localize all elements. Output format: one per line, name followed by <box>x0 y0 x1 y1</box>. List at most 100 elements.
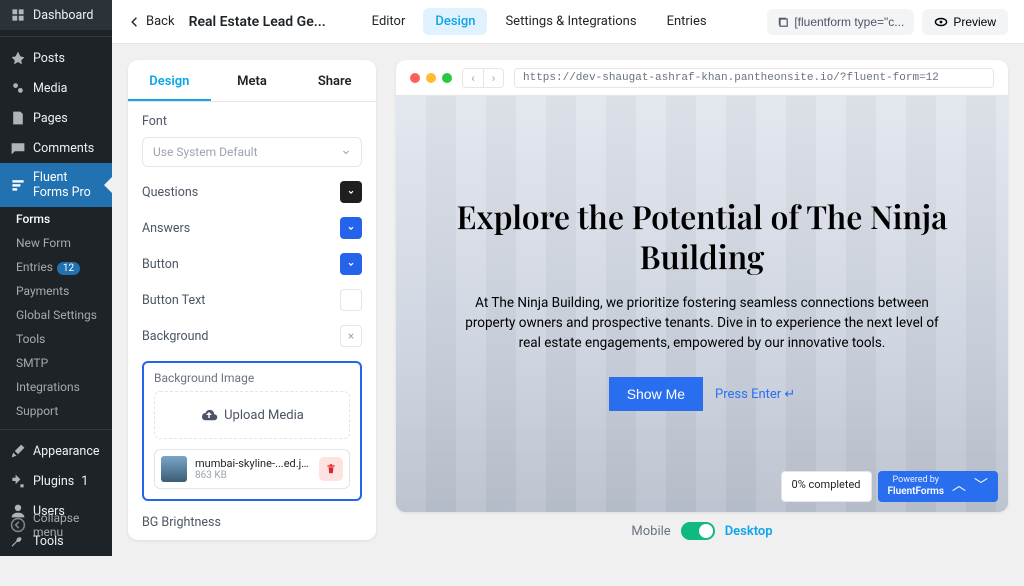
answers-label: Answers <box>142 221 190 236</box>
shortcode-text: [fluentform type="c... <box>794 15 904 29</box>
panel-tab-share[interactable]: Share <box>293 60 376 101</box>
submenu-payments[interactable]: Payments <box>0 279 112 303</box>
submenu-entries-label: Entries <box>16 260 53 274</box>
menu-settings[interactable]: Settings <box>0 556 112 586</box>
font-value: Use System Default <box>153 145 258 159</box>
pages-icon <box>10 110 26 126</box>
menu-posts[interactable]: Posts <box>0 43 112 73</box>
menu-pages-label: Pages <box>33 111 68 126</box>
show-me-button[interactable]: Show Me <box>609 377 703 411</box>
submenu-support[interactable]: Support <box>0 399 112 423</box>
submenu-global-settings[interactable]: Global Settings <box>0 303 112 327</box>
tab-design[interactable]: Design <box>423 8 487 35</box>
form-actions: Show Me Press Enter ↵ <box>609 377 796 411</box>
trash-icon <box>325 463 337 475</box>
menu-fluent-forms[interactable]: Fluent Forms Pro <box>0 163 112 207</box>
menu-fluent-forms-label: Fluent Forms Pro <box>33 170 102 200</box>
progress-text: 0% completed <box>781 471 872 502</box>
chevron-up-icon: ︿ <box>952 478 966 495</box>
background-color[interactable]: × <box>340 325 362 347</box>
url-bar[interactable]: https://dev-shaugat-ashraf-khan.pantheon… <box>514 68 994 88</box>
editor-topbar: Back Real Estate Lead Ge... Editor Desig… <box>112 0 1024 44</box>
entries-badge: 12 <box>57 262 80 275</box>
file-delete-button[interactable] <box>319 457 343 481</box>
powered-small: Powered by <box>888 475 944 486</box>
plugin-icon <box>10 473 26 489</box>
powered-brand: FluentForms <box>888 486 944 498</box>
fluent-forms-icon <box>10 177 26 193</box>
copy-icon <box>777 16 789 28</box>
nav-back[interactable]: ‹ <box>463 69 483 87</box>
browser-chrome: ‹ › https://dev-shaugat-ashraf-khan.pant… <box>396 60 1008 96</box>
collapse-menu[interactable]: Collapse menu <box>0 504 112 546</box>
shortcode-button[interactable]: [fluentform type="c... <box>767 9 914 35</box>
close-dot <box>410 73 420 83</box>
answers-color[interactable] <box>340 217 362 239</box>
menu-appearance[interactable]: Appearance <box>0 436 112 466</box>
menu-plugins-label: Plugins <box>33 474 74 489</box>
preview-frame: ‹ › https://dev-shaugat-ashraf-khan.pant… <box>396 60 1008 512</box>
bg-brightness-label: BG Brightness <box>142 515 362 530</box>
comments-icon <box>10 140 26 156</box>
viewport-switch[interactable] <box>681 522 715 540</box>
submenu-entries[interactable]: Entries 12 <box>0 255 112 279</box>
brush-icon <box>10 443 26 459</box>
submenu-forms[interactable]: Forms <box>0 207 112 231</box>
submenu-smtp[interactable]: SMTP <box>0 351 112 375</box>
file-info: mumbai-skyline-...ed.jpg 863 KB <box>195 457 311 481</box>
upload-media-label: Upload Media <box>224 408 304 423</box>
design-panel: Design Meta Share Font Use System Defaul… <box>128 60 376 540</box>
panel-tab-meta[interactable]: Meta <box>211 60 294 101</box>
upload-media-button[interactable]: Upload Media <box>154 391 350 439</box>
background-label: Background <box>142 329 208 344</box>
viewport-desktop-label[interactable]: Desktop <box>725 524 773 539</box>
button-text-color[interactable] <box>340 289 362 311</box>
file-size: 863 KB <box>195 470 311 481</box>
menu-appearance-label: Appearance <box>33 444 100 459</box>
cloud-upload-icon <box>200 406 218 424</box>
submenu-tools[interactable]: Tools <box>0 327 112 351</box>
dashboard-icon <box>10 7 26 23</box>
chevron-down-icon <box>341 147 351 157</box>
submenu-new-form[interactable]: New Form <box>0 231 112 255</box>
chevron-down-icon: ﹀ <box>974 478 988 495</box>
preview-label: Preview <box>953 15 996 29</box>
main-area: Design Meta Share Font Use System Defaul… <box>112 44 1024 556</box>
tab-editor[interactable]: Editor <box>360 8 418 35</box>
powered-by-badge[interactable]: Powered by FluentForms ︿ ﹀ <box>878 471 998 502</box>
topbar-tabs: Editor Design Settings & Integrations En… <box>360 8 719 35</box>
viewport-toggle: Mobile Desktop <box>396 512 1008 540</box>
menu-comments-label: Comments <box>33 141 94 156</box>
menu-dashboard[interactable]: Dashboard <box>0 0 112 30</box>
button-color[interactable] <box>340 253 362 275</box>
menu-pages[interactable]: Pages <box>0 103 112 133</box>
preview-button[interactable]: Preview <box>922 9 1008 35</box>
arrow-left-icon <box>128 15 142 29</box>
traffic-lights <box>410 73 452 83</box>
menu-comments[interactable]: Comments <box>0 133 112 163</box>
chevron-down-icon <box>347 260 355 268</box>
eye-icon <box>934 15 948 29</box>
form-preview-content: Explore the Potential of The Ninja Build… <box>396 96 1008 512</box>
menu-media[interactable]: Media <box>0 73 112 103</box>
tab-entries[interactable]: Entries <box>655 8 719 35</box>
submenu-integrations[interactable]: Integrations <box>0 375 112 399</box>
menu-media-label: Media <box>33 81 67 96</box>
background-image-section: Background Image Upload Media mumbai-sky… <box>142 361 362 501</box>
collapse-icon <box>10 517 26 533</box>
nav-arrows: ‹ › <box>462 68 504 88</box>
nav-forward[interactable]: › <box>483 69 503 87</box>
panel-tab-design[interactable]: Design <box>128 60 211 101</box>
maximize-dot <box>442 73 452 83</box>
panel-body: Font Use System Default Questions Answer… <box>128 102 376 540</box>
questions-color[interactable] <box>340 181 362 203</box>
back-button[interactable]: Back <box>128 14 175 29</box>
menu-plugins[interactable]: Plugins 1 <box>0 466 112 496</box>
viewport-mobile-label[interactable]: Mobile <box>631 524 670 539</box>
file-name: mumbai-skyline-...ed.jpg <box>195 457 311 470</box>
font-select[interactable]: Use System Default <box>142 137 362 167</box>
tab-settings-integrations[interactable]: Settings & Integrations <box>493 8 648 35</box>
minimize-dot <box>426 73 436 83</box>
settings-icon <box>10 563 26 579</box>
chevron-down-icon <box>347 224 355 232</box>
